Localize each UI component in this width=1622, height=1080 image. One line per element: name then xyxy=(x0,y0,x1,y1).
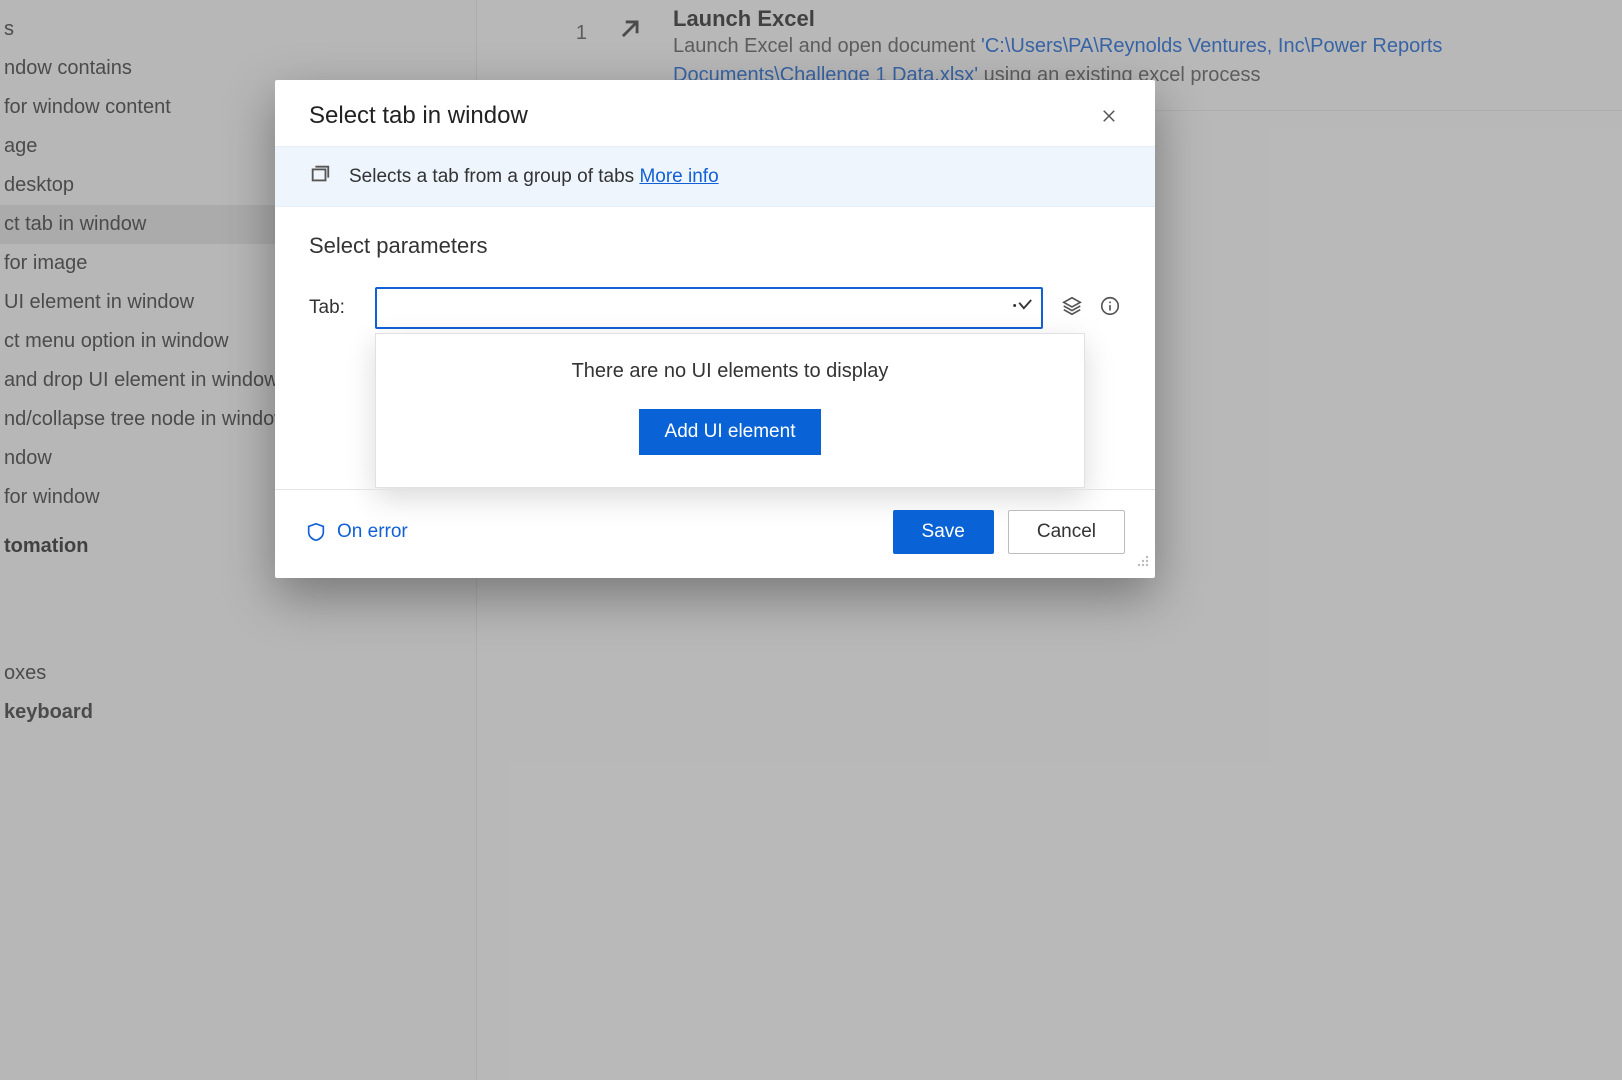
modal-info-desc: Selects a tab from a group of tabs xyxy=(349,166,639,187)
more-info-link[interactable]: More info xyxy=(639,166,718,187)
on-error-link[interactable]: On error xyxy=(305,521,408,543)
resize-grip-icon[interactable] xyxy=(1135,553,1151,574)
parameters-section-title: Select parameters xyxy=(309,233,1121,259)
empty-ui-elements-text: There are no UI elements to display xyxy=(396,360,1064,383)
tab-label: Tab: xyxy=(309,297,357,319)
on-error-label: On error xyxy=(337,521,408,543)
tab-input-wrapper: There are no UI elements to display Add … xyxy=(375,287,1043,329)
tab-parameter-row: Tab: There are no UI elements to display… xyxy=(309,287,1121,329)
info-icon[interactable] xyxy=(1099,295,1121,322)
cancel-button[interactable]: Cancel xyxy=(1008,510,1125,554)
modal-header: Select tab in window xyxy=(275,80,1155,146)
modal-info-strip: Selects a tab from a group of tabs More … xyxy=(275,146,1155,207)
variable-picker-icon[interactable] xyxy=(1061,295,1083,322)
save-button[interactable]: Save xyxy=(893,510,994,554)
shield-icon xyxy=(305,521,327,543)
modal-footer: On error Save Cancel xyxy=(275,489,1155,578)
param-side-icons xyxy=(1061,295,1121,322)
modal-info-text: Selects a tab from a group of tabs More … xyxy=(349,166,719,188)
close-button[interactable] xyxy=(1091,98,1127,134)
ui-element-dropdown-panel: There are no UI elements to display Add … xyxy=(375,333,1085,488)
footer-actions: Save Cancel xyxy=(893,510,1125,554)
tab-select-input[interactable] xyxy=(375,287,1043,329)
modal-title: Select tab in window xyxy=(309,102,528,130)
select-tab-modal: Select tab in window Selects a tab from … xyxy=(275,80,1155,578)
modal-body: Select parameters Tab: There are no UI e… xyxy=(275,207,1155,369)
add-ui-element-button[interactable]: Add UI element xyxy=(639,409,822,455)
tabs-icon xyxy=(309,163,331,190)
